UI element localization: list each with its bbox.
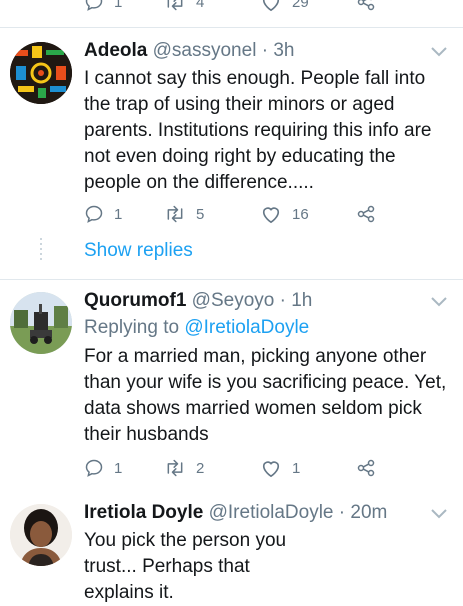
retweet-button[interactable]: 5	[164, 204, 260, 224]
retweet-icon	[167, 0, 183, 11]
user-handle[interactable]: @Seyoyo	[192, 290, 275, 311]
reply-button[interactable]: 1	[84, 458, 164, 478]
tweet-iretiola-doyle[interactable]: Iretiola Doyle @IretiolaDoyle · 20m You …	[0, 490, 463, 603]
chevron-down-icon[interactable]	[430, 296, 448, 308]
show-replies-link[interactable]: Show replies	[84, 240, 193, 262]
user-handle[interactable]: @sassyonel	[153, 40, 257, 61]
share-button[interactable]	[356, 0, 376, 12]
reply-icon	[85, 459, 103, 477]
tweet-text: I cannot say this enough. People fall in…	[84, 68, 432, 193]
reply-button[interactable]: 1	[84, 204, 164, 224]
chevron-down-icon[interactable]	[430, 46, 448, 58]
retweet-button[interactable]: 2	[164, 458, 260, 478]
tweet-time[interactable]: 1h	[291, 290, 312, 311]
like-count: 16	[292, 205, 309, 223]
tweet-header: Quorumof1 @Seyoyo · 1h	[84, 290, 312, 312]
reply-button[interactable]: 1	[84, 0, 164, 12]
tweet-header: Adeola @sassyonel · 3h	[84, 40, 294, 62]
replying-to-mention[interactable]: @IretiolaDoyle	[184, 317, 309, 338]
user-handle[interactable]: @IretiolaDoyle	[209, 502, 334, 523]
avatar-image	[10, 292, 72, 354]
retweet-button[interactable]: 4	[164, 0, 260, 12]
avatar[interactable]	[10, 292, 72, 354]
tweet-text: You pick the person you trust... Perhaps…	[84, 530, 287, 603]
share-button[interactable]	[356, 458, 376, 478]
thread-connector	[40, 238, 42, 263]
heart-icon	[262, 0, 280, 12]
tweet-quorumof1[interactable]: Quorumof1 @Seyoyo · 1h Replying to @Iret…	[0, 280, 463, 490]
reply-icon	[85, 0, 103, 11]
time-separator: ·	[261, 40, 269, 61]
replying-to-label: Replying to	[84, 317, 185, 338]
retweet-icon	[167, 205, 183, 223]
retweet-count: 4	[196, 0, 205, 11]
avatar-image	[10, 42, 72, 104]
retweet-icon	[167, 459, 183, 477]
like-count: 29	[292, 0, 309, 11]
tweet-actions: 1 2 1	[84, 458, 376, 478]
time-separator: ·	[338, 502, 346, 523]
share-icon	[357, 205, 375, 223]
tweet-time[interactable]: 20m	[350, 502, 387, 523]
avatar-image	[10, 504, 72, 566]
tweet-actions: 1 5 16	[84, 204, 376, 224]
top-action-row: 1 4 29	[84, 0, 376, 12]
share-icon	[357, 459, 375, 477]
share-icon	[357, 0, 375, 11]
like-count: 1	[292, 459, 301, 477]
reply-icon	[85, 205, 103, 223]
reply-count: 1	[114, 459, 123, 477]
chevron-down-icon[interactable]	[430, 508, 448, 520]
like-button[interactable]: 16	[260, 204, 356, 224]
share-button[interactable]	[356, 204, 376, 224]
heart-icon	[262, 461, 280, 478]
time-separator: ·	[279, 290, 286, 311]
tweet-header: Iretiola Doyle @IretiolaDoyle · 20m	[84, 502, 387, 524]
heart-icon	[262, 207, 280, 224]
tweet-adeola[interactable]: Adeola @sassyonel · 3h I cannot say this…	[0, 28, 463, 278]
display-name[interactable]: Quorumof1	[84, 290, 186, 311]
tweet-text: For a married man, picking anyone other …	[84, 346, 447, 445]
reply-count: 1	[114, 205, 123, 223]
retweet-count: 5	[196, 205, 205, 223]
replying-to: Replying to @IretiolaDoyle	[84, 317, 309, 339]
avatar[interactable]	[10, 504, 72, 566]
display-name[interactable]: Adeola	[84, 40, 147, 61]
display-name[interactable]: Iretiola Doyle	[84, 502, 203, 523]
tweet-time[interactable]: 3h	[273, 40, 294, 61]
retweet-count: 2	[196, 459, 205, 477]
like-button[interactable]: 29	[260, 0, 356, 12]
reply-count: 1	[114, 0, 123, 11]
like-button[interactable]: 1	[260, 458, 356, 478]
avatar[interactable]	[10, 42, 72, 104]
